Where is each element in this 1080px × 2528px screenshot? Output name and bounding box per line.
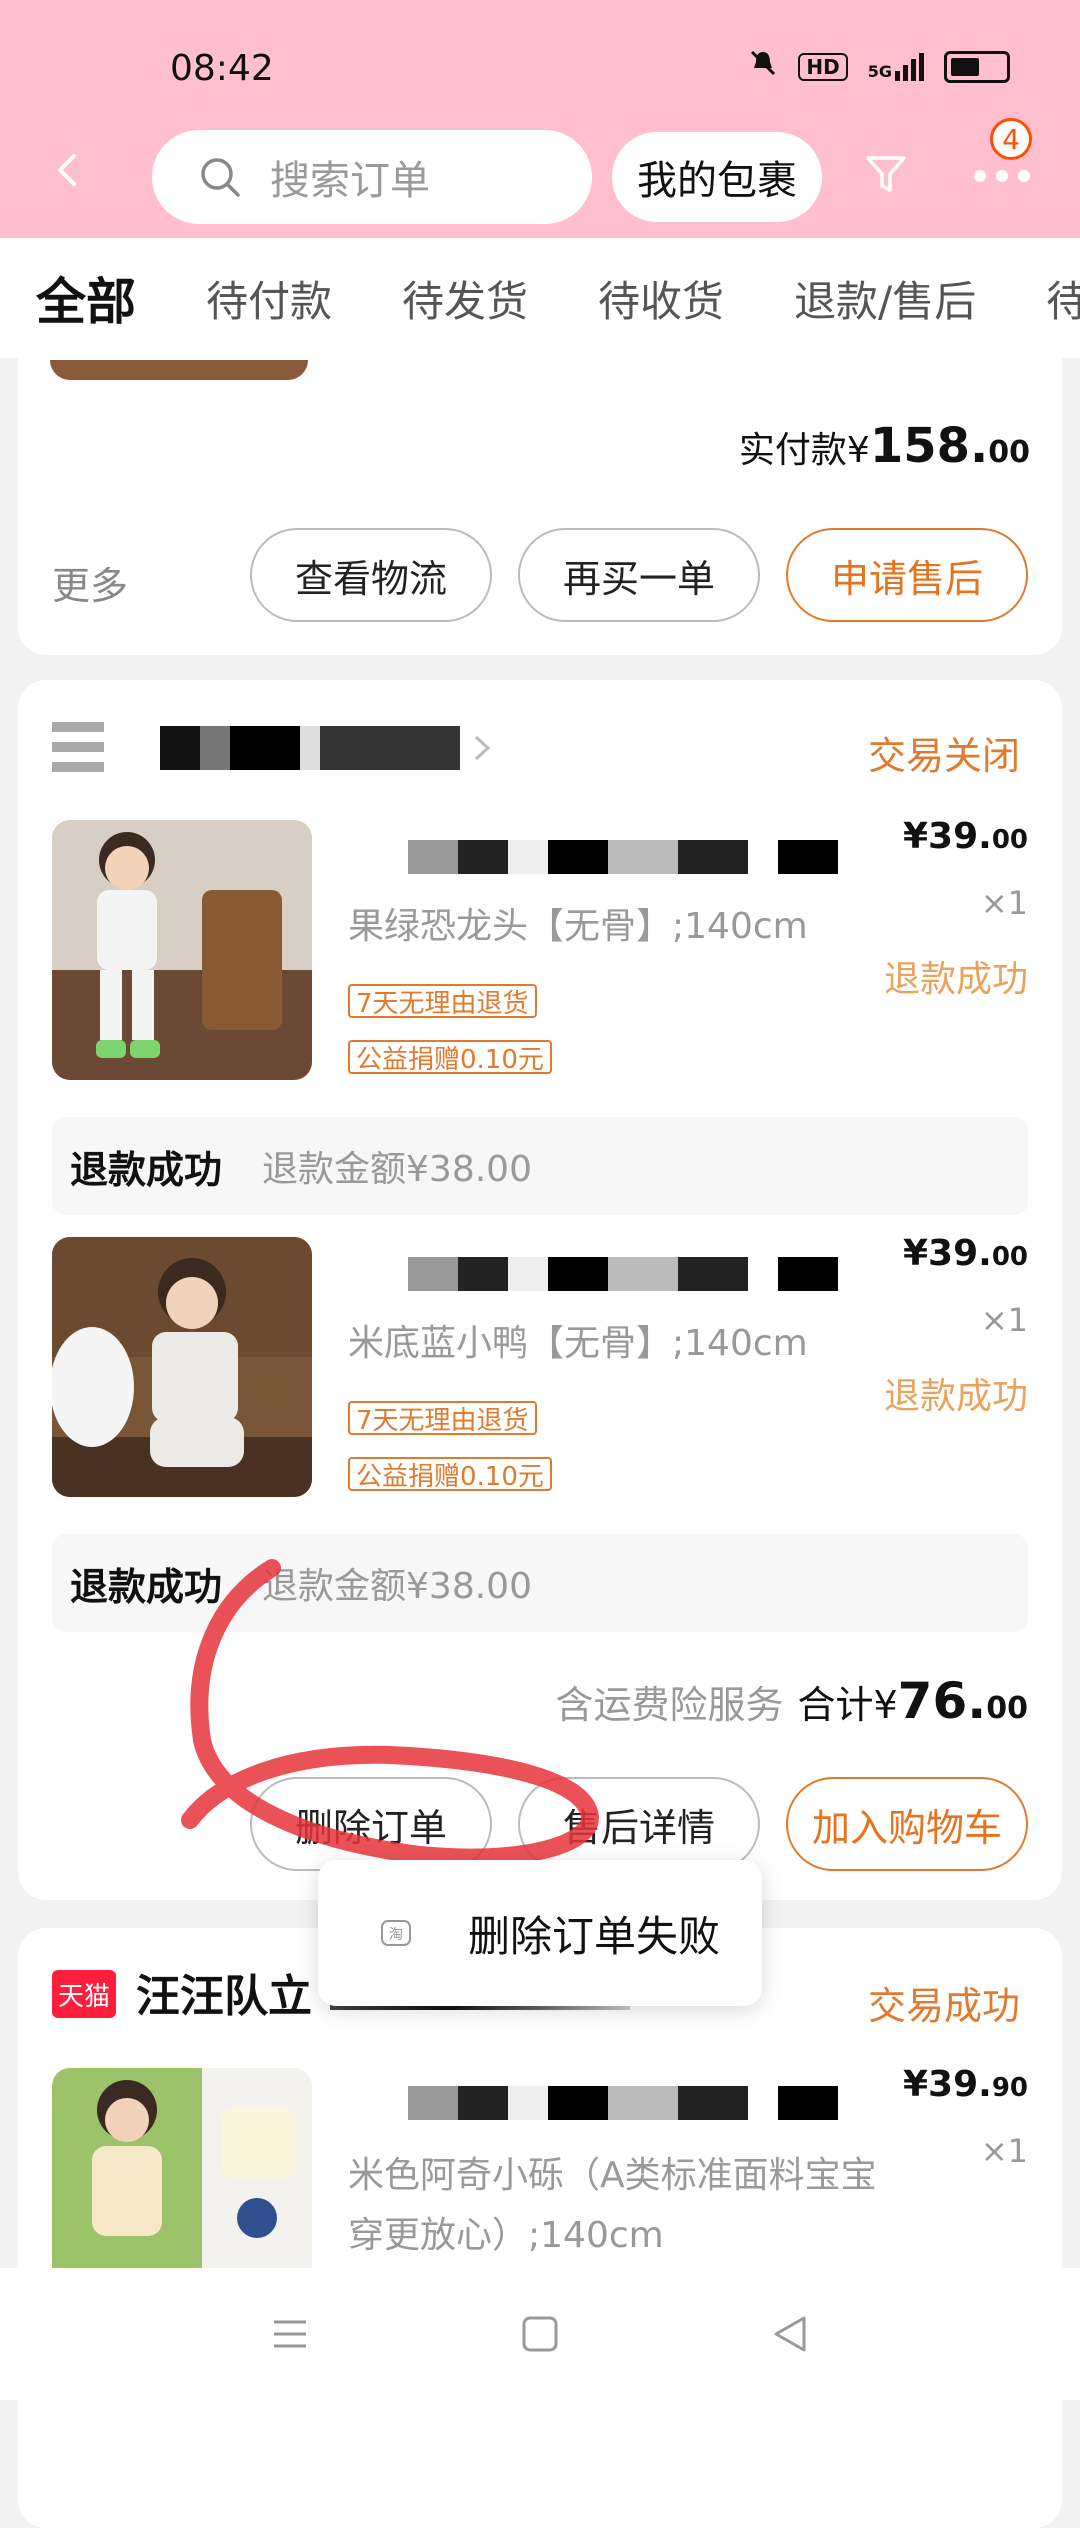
item-qty-1: ×1 bbox=[980, 884, 1028, 922]
tag-return-policy-1: 7天无理由退货 bbox=[348, 984, 537, 1019]
apply-after-sale-button[interactable]: 申请售后 bbox=[786, 528, 1028, 622]
toast-message: 删除订单失败 bbox=[468, 1911, 721, 1961]
price-value: ¥39. bbox=[902, 816, 992, 857]
product-image-2[interactable] bbox=[52, 1237, 312, 1497]
home-icon[interactable] bbox=[520, 2314, 560, 2354]
refund-amount: 退款金额¥38.00 bbox=[262, 1149, 532, 1190]
tab-pending-payment[interactable]: 待付款 bbox=[206, 268, 332, 329]
back-icon[interactable] bbox=[770, 2314, 810, 2354]
refund-amount: 退款金额¥38.00 bbox=[262, 1566, 532, 1607]
tag-charity-1: 公益捐赠0.10元 bbox=[348, 1040, 552, 1075]
item-price-1: ¥39.00 bbox=[903, 816, 1028, 857]
paid-cents: 00 bbox=[988, 435, 1030, 470]
signal-icon: 5G bbox=[867, 52, 924, 81]
more-dots-icon[interactable] bbox=[972, 166, 1032, 186]
product-title-redacted-2 bbox=[348, 1257, 838, 1291]
total-value: 76. bbox=[897, 1672, 987, 1730]
store-icon bbox=[52, 722, 104, 772]
store-name-redacted bbox=[160, 726, 460, 770]
menu-icon[interactable] bbox=[270, 2314, 310, 2354]
price-value: ¥39. bbox=[902, 2064, 992, 2105]
paid-amount: 实付款¥158.00 bbox=[739, 418, 1030, 474]
price-cents: 00 bbox=[991, 825, 1028, 855]
back-arrow-icon[interactable] bbox=[48, 150, 88, 190]
svg-text:淘: 淘 bbox=[389, 1927, 403, 1943]
refund-info-bar-2[interactable]: 退款成功 退款金额¥38.00 bbox=[52, 1534, 1028, 1632]
top-header: 08:42 HD 5G 搜索订单 我的包裹 4 bbox=[0, 0, 1080, 238]
order-status-3: 交易成功 bbox=[867, 1984, 1020, 2028]
item-qty-2: ×1 bbox=[980, 1301, 1028, 1339]
add-to-cart-button[interactable]: 加入购物车 bbox=[786, 1777, 1028, 1871]
chevron-right-icon bbox=[474, 735, 491, 761]
refund-info-bar-1[interactable]: 退款成功 退款金额¥38.00 bbox=[52, 1117, 1028, 1215]
delete-order-button[interactable]: 删除订单 bbox=[250, 1777, 492, 1871]
after-sale-detail-button[interactable]: 售后详情 bbox=[518, 1777, 760, 1871]
system-nav-bar bbox=[0, 2268, 1080, 2400]
status-time: 08:42 bbox=[170, 48, 274, 89]
order-status: 交易关闭 bbox=[867, 734, 1020, 778]
message-count-badge: 4 bbox=[990, 118, 1032, 160]
search-icon bbox=[201, 158, 240, 197]
tab-pending-shipment[interactable]: 待发货 bbox=[402, 268, 528, 329]
tag-return-policy-2: 7天无理由退货 bbox=[348, 1401, 537, 1436]
paid-currency: ¥ bbox=[846, 430, 870, 471]
tmall-badge: 天猫 bbox=[52, 1970, 116, 2018]
refund-label: 退款成功 bbox=[70, 1564, 223, 1609]
total-cents: 00 bbox=[986, 1691, 1028, 1726]
search-input[interactable]: 搜索订单 bbox=[152, 130, 592, 224]
mute-icon bbox=[748, 48, 778, 85]
product-title-redacted-3 bbox=[348, 2086, 888, 2120]
more-link[interactable]: 更多 bbox=[52, 555, 128, 610]
product-spec-1: 果绿恐龙头【无骨】;140cm bbox=[348, 906, 808, 947]
price-cents: 90 bbox=[991, 2073, 1028, 2103]
buy-again-button[interactable]: 再买一单 bbox=[518, 528, 760, 622]
tab-all[interactable]: 全部 bbox=[36, 262, 136, 334]
store-header[interactable] bbox=[52, 718, 492, 778]
product-spec-3: 米色阿奇小砾（A类标准面料宝宝穿更放心）;140cm bbox=[348, 2155, 877, 2256]
refund-label: 退款成功 bbox=[70, 1147, 223, 1192]
hd-badge: HD bbox=[798, 52, 848, 81]
view-logistics-button[interactable]: 查看物流 bbox=[250, 528, 492, 622]
price-cents: 00 bbox=[991, 1242, 1028, 1272]
product-spec-2: 米底蓝小鸭【无骨】;140cm bbox=[348, 1323, 808, 1364]
item-refund-status-2: 退款成功 bbox=[883, 1376, 1028, 1417]
network-label: 5G bbox=[867, 61, 892, 81]
error-toast: 淘 删除订单失败 bbox=[318, 1860, 762, 2006]
tab-refund-after-sale[interactable]: 退款/售后 bbox=[794, 268, 976, 329]
price-value: ¥39. bbox=[902, 1233, 992, 1274]
my-packages-button[interactable]: 我的包裹 bbox=[612, 132, 822, 222]
paid-label: 实付款 bbox=[738, 430, 847, 471]
shop-name[interactable]: 汪汪队立 bbox=[136, 1960, 312, 2024]
total-currency: ¥ bbox=[873, 1683, 898, 1727]
battery-icon bbox=[944, 50, 1010, 83]
order-total: 含运费险服务 合计 ¥76. 00 bbox=[555, 1672, 1028, 1730]
item-price-3: ¥39.90 bbox=[903, 2064, 1028, 2105]
item-qty-3: ×1 bbox=[980, 2132, 1028, 2170]
previous-product-image bbox=[50, 360, 308, 380]
product-title-redacted-1 bbox=[348, 840, 838, 874]
item-price-2: ¥39.00 bbox=[903, 1233, 1028, 1274]
tab-partial[interactable]: 待 bbox=[1046, 268, 1080, 329]
shipping-insurance-note: 含运费险服务 bbox=[555, 1683, 784, 1727]
filter-icon[interactable] bbox=[864, 152, 908, 196]
product-image-3[interactable] bbox=[52, 2068, 312, 2268]
product-image-1[interactable] bbox=[52, 820, 312, 1080]
total-label: 合计 bbox=[797, 1683, 874, 1727]
taobao-icon: 淘 bbox=[381, 1920, 411, 1946]
item-refund-status-1: 退款成功 bbox=[883, 959, 1028, 1000]
tab-pending-receipt[interactable]: 待收货 bbox=[598, 268, 724, 329]
status-icons: HD 5G bbox=[748, 48, 1010, 85]
paid-value: 158. bbox=[869, 418, 989, 474]
tag-charity-2: 公益捐赠0.10元 bbox=[348, 1457, 552, 1492]
search-placeholder: 搜索订单 bbox=[270, 158, 430, 204]
